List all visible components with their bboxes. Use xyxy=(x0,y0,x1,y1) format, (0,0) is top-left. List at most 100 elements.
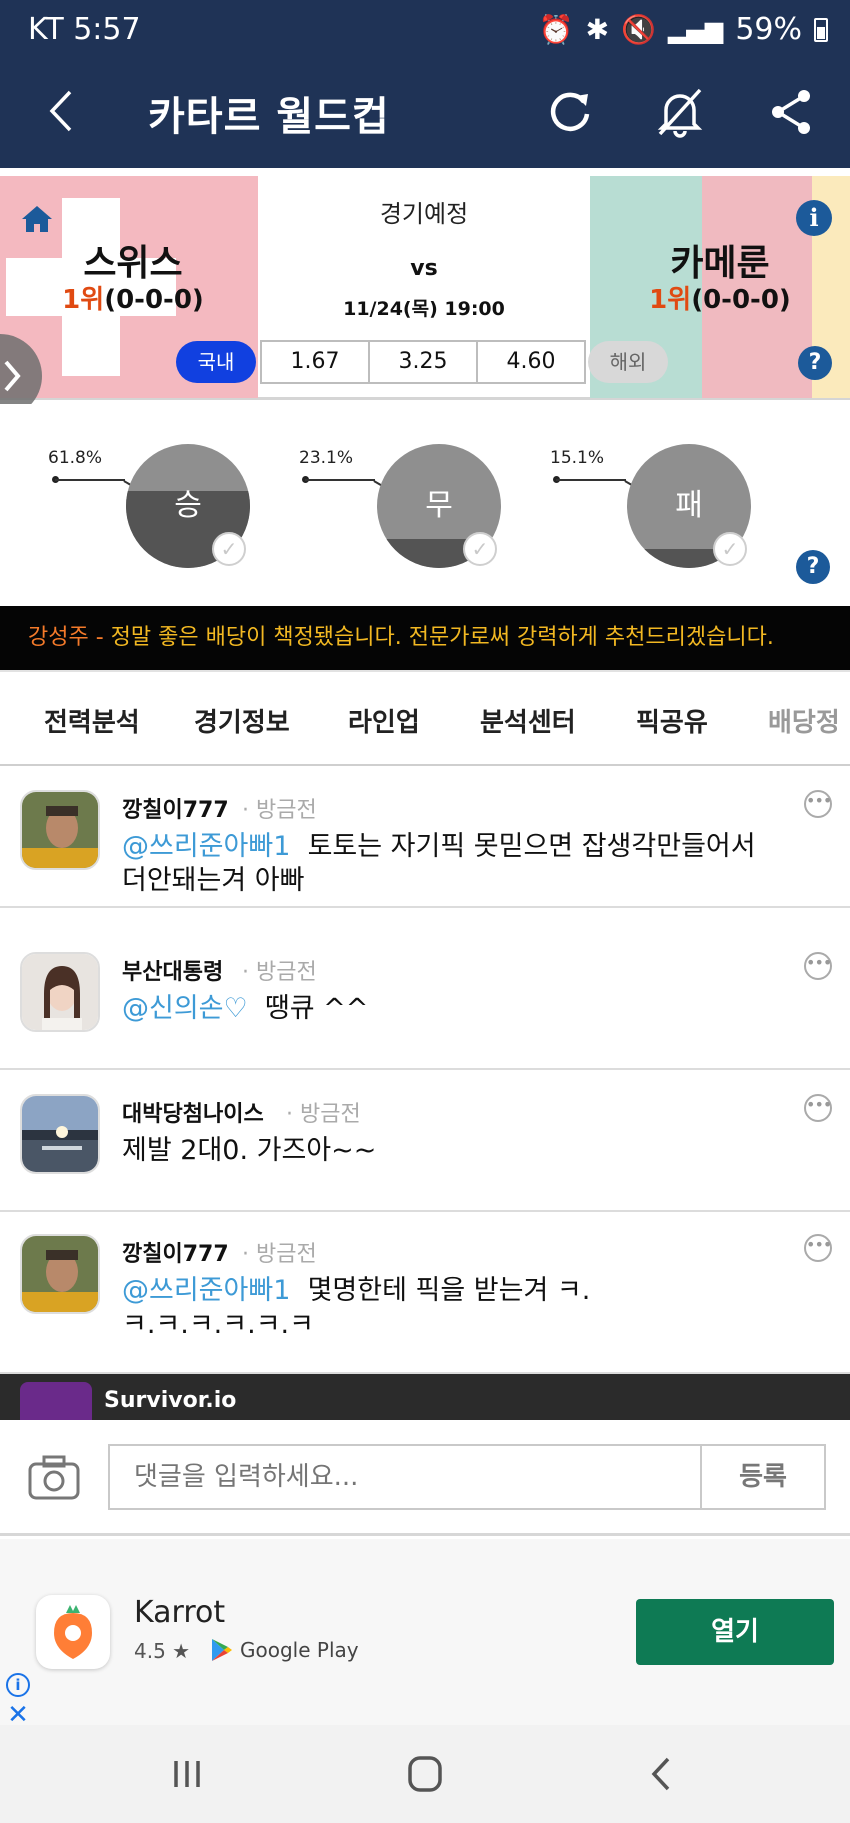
ad-info-icon[interactable]: i xyxy=(6,1673,30,1697)
carrier-time: KT 5:57 xyxy=(28,12,141,47)
avatar[interactable] xyxy=(20,790,100,870)
page-title: 카타르 월드컵 xyxy=(148,94,390,140)
vote-draw-percent: 23.1% xyxy=(299,448,354,468)
comment-item: 부산대통령 · 방금전 @신의손♡ 땡큐 ^^ ••• xyxy=(0,930,850,1070)
vote-win-check-icon: ✓ xyxy=(212,532,246,566)
avatar[interactable] xyxy=(20,1094,100,1174)
back-button-icon[interactable] xyxy=(638,1751,688,1797)
tab-analysis-center[interactable]: 분석센터 xyxy=(480,702,576,739)
comment-mention[interactable]: @쓰리준아빠1 xyxy=(122,831,290,862)
vote-draw-label: 무 xyxy=(425,488,453,523)
system-nav-bar xyxy=(0,1725,850,1823)
app-header-area: KT 5:57 ⏰ ✱ 🔇 ▂▄▆ 59% 카타르 월드컵 xyxy=(0,0,850,168)
odds-domestic-tab[interactable]: 국내 xyxy=(176,341,256,383)
ticker-author: 강성주 xyxy=(28,625,89,650)
home-team-name: 스위스 xyxy=(83,243,183,284)
karrot-logo-icon[interactable] xyxy=(36,1595,110,1669)
title-bar: 카타르 월드컵 xyxy=(0,62,850,168)
game-app-icon xyxy=(20,1382,92,1420)
game-banner[interactable]: Survivor.io xyxy=(0,1374,850,1420)
more-options-icon[interactable]: ••• xyxy=(804,1094,832,1122)
tab-match-info[interactable]: 경기정보 xyxy=(194,702,290,739)
odds-help-icon[interactable]: ? xyxy=(798,346,832,380)
ticker-message: 정말 좋은 배당이 책정됐습니다. 전문가로써 강력하게 추천드리겠습니다. xyxy=(110,625,774,650)
ad-open-button[interactable]: 열기 xyxy=(636,1599,834,1665)
avatar[interactable] xyxy=(20,952,100,1032)
comment-time: · 방금전 xyxy=(242,1242,317,1267)
tab-pick-share[interactable]: 픽공유 xyxy=(636,702,708,739)
battery-icon xyxy=(814,17,828,42)
info-icon[interactable]: i xyxy=(796,200,832,236)
ad-store: Google Play xyxy=(210,1637,359,1663)
comment-username[interactable]: 대박당첨나이스 xyxy=(122,1096,264,1128)
ad-store-name: Google Play xyxy=(240,1638,359,1662)
tab-analysis[interactable]: 전력분석 xyxy=(44,702,140,739)
ad-rating: 4.5 ★ xyxy=(134,1639,191,1663)
vote-draw-check-icon: ✓ xyxy=(463,532,497,566)
odds-draw[interactable]: 3.25 xyxy=(368,340,478,384)
signal-icon: ▂▄▆ xyxy=(667,15,724,44)
more-options-icon[interactable]: ••• xyxy=(804,1234,832,1262)
vote-prediction: 61.8% 승 ✓ 23.1% 무 ✓ 15.1% 패 ✓ ? xyxy=(0,404,850,606)
comment-username[interactable]: 깡칠이777 xyxy=(122,792,229,824)
avatar[interactable] xyxy=(20,1234,100,1314)
vote-win-label: 승 xyxy=(174,488,202,523)
comment-mention[interactable]: @신의손♡ xyxy=(122,993,248,1024)
vote-lose-check-icon: ✓ xyxy=(713,532,747,566)
comment-username[interactable]: 부산대통령 xyxy=(122,954,223,986)
odds-home-win[interactable]: 1.67 xyxy=(260,340,370,384)
recent-apps-icon[interactable] xyxy=(162,1751,212,1797)
status-bar: KT 5:57 ⏰ ✱ 🔇 ▂▄▆ 59% xyxy=(0,0,850,62)
ad-banner: Karrot 4.5 ★ Google Play 열기 i ✕ xyxy=(0,1539,850,1728)
comment-username[interactable]: 깡칠이777 xyxy=(122,1236,229,1268)
comment-text: @신의손♡ 땡큐 ^^ xyxy=(122,993,369,1024)
expert-ticker[interactable]: 강성주 - 정말 좋은 배당이 책정됐습니다. 전문가로써 강력하게 추천드리겠… xyxy=(0,606,850,670)
back-arrow-icon[interactable] xyxy=(42,86,82,136)
home-team[interactable]: 스위스 1위(0-0-0) xyxy=(58,244,208,316)
google-play-icon xyxy=(212,1639,232,1661)
odds-overseas-tab[interactable]: 해외 xyxy=(588,341,668,383)
comment-item: 깡칠이777 · 방금전 @쓰리준아빠1 몇명한테 픽을 받는겨 ㅋ.ㅋ.ㅋ.ㅋ… xyxy=(0,1212,850,1374)
vote-help-icon[interactable]: ? xyxy=(796,550,830,584)
comment-time: · 방금전 xyxy=(242,798,317,823)
away-team-rank: 1위(0-0-0) xyxy=(649,285,791,315)
ad-app-name: Karrot xyxy=(134,1595,226,1630)
comment-time: · 방금전 xyxy=(286,1102,361,1127)
match-status: 경기예정 xyxy=(379,200,469,228)
tab-lineup[interactable]: 라인업 xyxy=(348,702,420,739)
camera-icon[interactable] xyxy=(28,1454,80,1502)
vote-lose-percent: 15.1% xyxy=(550,448,605,468)
match-datetime: 11/24(목) 19:00 xyxy=(343,298,505,320)
away-team-name: 카메룬 xyxy=(670,243,770,284)
comment-mention[interactable]: @쓰리준아빠1 xyxy=(122,1275,290,1306)
battery-percent: 59% xyxy=(735,12,802,47)
game-banner-name: Survivor.io xyxy=(104,1388,237,1413)
alarm-icon: ⏰ xyxy=(538,13,574,46)
notification-off-icon[interactable] xyxy=(652,84,708,140)
submit-comment-button[interactable]: 등록 xyxy=(700,1444,826,1510)
vs-label: vs xyxy=(410,256,438,281)
comment-input[interactable] xyxy=(108,1444,702,1510)
bluetooth-icon: ✱ xyxy=(585,13,610,46)
tab-odds[interactable]: 배당정 xyxy=(768,702,840,739)
comment-text: 제발 2대0. 가즈아~~ xyxy=(122,1135,377,1166)
match-card: i 스위스 1위(0-0-0) 카메룬 1위(0-0-0) 경기예정 vs 11… xyxy=(0,168,850,400)
away-team[interactable]: 카메룬 1위(0-0-0) xyxy=(640,244,800,316)
ad-close-icon[interactable]: ✕ xyxy=(6,1702,30,1728)
vote-win-percent: 61.8% xyxy=(48,448,103,468)
odds-away-win[interactable]: 4.60 xyxy=(476,340,586,384)
match-tabs: 전력분석 경기정보 라인업 분석센터 픽공유 배당정 xyxy=(0,670,850,766)
odds-row: 국내 1.67 3.25 4.60 해외 xyxy=(176,340,668,384)
share-icon[interactable] xyxy=(764,84,820,140)
vote-lose-label: 패 xyxy=(675,488,703,523)
home-icon[interactable] xyxy=(20,202,54,236)
comment-text: @쓰리준아빠1 토토는 자기픽 못믿으면 잡생각만들어서 더안돼는겨 아빠 xyxy=(122,831,756,896)
more-options-icon[interactable]: ••• xyxy=(804,952,832,980)
comment-time: · 방금전 xyxy=(242,960,317,985)
refresh-icon[interactable] xyxy=(542,84,598,140)
more-options-icon[interactable]: ••• xyxy=(804,790,832,818)
comment-text: @쓰리준아빠1 몇명한테 픽을 받는겨 ㅋ.ㅋ.ㅋ.ㅋ.ㅋ.ㅋ.ㅋ xyxy=(122,1275,591,1340)
home-button-icon[interactable] xyxy=(400,1751,450,1797)
match-info: 경기예정 vs 11/24(목) 19:00 xyxy=(258,168,590,336)
home-team-rank: 1위(0-0-0) xyxy=(62,285,204,315)
